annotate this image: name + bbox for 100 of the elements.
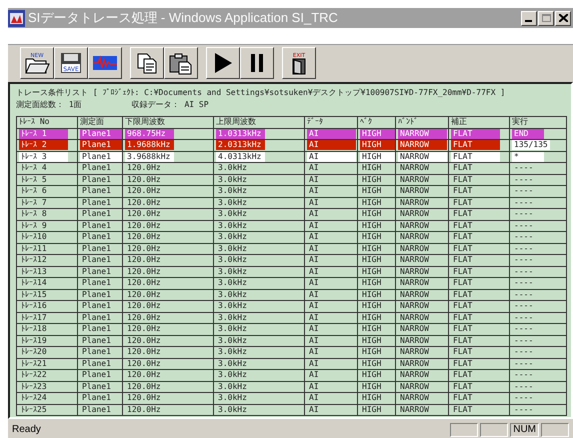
table-cell: 120.0Hz (122, 186, 214, 197)
maximize-icon (542, 14, 550, 22)
table-cell: 120.0Hz (122, 254, 214, 266)
minimize-button[interactable] (521, 10, 537, 26)
table-cell: HIGH (358, 312, 396, 324)
column-header: ﾄﾚｰｽ No (16, 116, 78, 128)
table-cell: 3.0kHz (214, 278, 304, 289)
table-cell: Plane1 (78, 197, 122, 208)
table-cell: AI (304, 335, 358, 346)
table-cell: NARROW (396, 358, 448, 370)
table-cell: NARROW (396, 197, 448, 208)
table-cell: 120.0Hz (122, 174, 214, 186)
table-cell: FLAT (448, 151, 510, 162)
table-cell: Plane1 (78, 381, 122, 392)
table-cell: 968.75Hz (122, 128, 214, 140)
table-cell: 3.0kHz (214, 324, 304, 335)
table-cell: AI (304, 254, 358, 266)
table-cell: AI (304, 243, 358, 254)
maximize-button[interactable] (538, 10, 554, 26)
table-cell: FLAT (448, 140, 510, 151)
table-cell: ﾄﾚｰｽ25 (16, 404, 78, 416)
table-cell: 3.0kHz (214, 289, 304, 300)
table-cell: HIGH (358, 220, 396, 232)
table-cell: FLAT (448, 335, 510, 346)
pause-button[interactable] (240, 46, 274, 78)
table-cell: NARROW (396, 278, 448, 289)
table-cell: AI (304, 208, 358, 220)
copy-button[interactable] (130, 46, 164, 78)
table-cell: Plane1 (78, 232, 122, 243)
table-cell: Plane1 (78, 151, 122, 162)
table-cell: FLAT (448, 254, 510, 266)
plane-count: 測定面総数： 1面 (16, 99, 82, 111)
paste-button[interactable] (164, 46, 198, 78)
table-cell: HIGH (358, 324, 396, 335)
table-cell: 3.0kHz (214, 358, 304, 370)
column-header: ﾍﾞｸ (358, 116, 396, 128)
table-cell: AI (304, 232, 358, 243)
table-cell: Plane1 (78, 162, 122, 174)
table-cell: 120.0Hz (122, 197, 214, 208)
table-cell: ﾄﾚｰｽ15 (16, 289, 78, 300)
table-cell: ﾄﾚｰｽ 7 (16, 197, 78, 208)
table-cell: AI (304, 346, 358, 358)
table-cell: FLAT (448, 220, 510, 232)
table-cell: 3.0kHz (214, 162, 304, 174)
table-cell: NARROW (396, 162, 448, 174)
table-cell: NARROW (396, 254, 448, 266)
table-cell: NARROW (396, 392, 448, 404)
table-cell: NARROW (396, 404, 448, 416)
table-cell: 1.9688kHz (122, 140, 214, 151)
table-cell: 120.0Hz (122, 370, 214, 381)
table-cell: AI (304, 266, 358, 278)
table-cell: HIGH (358, 162, 396, 174)
table-cell: ﾄﾚｰｽ21 (16, 358, 78, 370)
table-cell: Plane1 (78, 324, 122, 335)
waveform-button[interactable] (88, 46, 122, 78)
close-button[interactable] (555, 10, 571, 26)
table-cell: ﾄﾚｰｽ14 (16, 278, 78, 289)
table-cell: * (510, 151, 566, 162)
column-header: 補正 (448, 116, 510, 128)
table-cell: NARROW (396, 151, 448, 162)
table-cell: 3.0kHz (214, 346, 304, 358)
table-cell: END (510, 128, 566, 140)
table-cell: HIGH (358, 392, 396, 404)
table-cell: NARROW (396, 312, 448, 324)
table-cell: Plane1 (78, 346, 122, 358)
table-cell: AI (304, 174, 358, 186)
table-cell: AI (304, 324, 358, 335)
table-cell: Plane1 (78, 208, 122, 220)
table-cell: 3.0kHz (214, 381, 304, 392)
play-button[interactable] (206, 46, 240, 78)
clipboard-icon (168, 50, 194, 74)
table-cell: Plane1 (78, 312, 122, 324)
status-pane (541, 422, 569, 436)
table-cell: Plane1 (78, 266, 122, 278)
table-cell: ﾄﾚｰｽ 3 (16, 151, 78, 162)
table-cell: ﾄﾚｰｽ 9 (16, 220, 78, 232)
table-cell: NARROW (396, 140, 448, 151)
table-cell: FLAT (448, 232, 510, 243)
table-cell: NARROW (396, 232, 448, 243)
table-cell: 3.0kHz (214, 404, 304, 416)
table-cell: ﾄﾚｰｽ11 (16, 243, 78, 254)
table-cell: 120.0Hz (122, 278, 214, 289)
table-cell: FLAT (448, 289, 510, 300)
table-cell: ﾄﾚｰｽ19 (16, 335, 78, 346)
status-indicator: NUM (510, 422, 539, 436)
table-cell: 120.0Hz (122, 404, 214, 416)
table-cell: 3.0kHz (214, 335, 304, 346)
table-cell: FLAT (448, 128, 510, 140)
table-cell: Plane1 (78, 220, 122, 232)
table-cell: ﾄﾚｰｽ 6 (16, 186, 78, 197)
table-cell: HIGH (358, 335, 396, 346)
list-title: トレース条件リスト [ ﾌﾟﾛｼﾞｪｸﾄ: C:¥Documents and Settings¥sotsuken¥デスクトップ¥100907SI¥D-77FX_20mm¥D-77FX ] (16, 87, 506, 99)
table-cell: FLAT (448, 162, 510, 174)
table-cell: FLAT (448, 381, 510, 392)
table-cell: ﾄﾚｰｽ20 (16, 346, 78, 358)
table-cell: FLAT (448, 404, 510, 416)
table-cell: Plane1 (78, 358, 122, 370)
column-header: ﾊﾞﾝﾄﾞ (396, 116, 448, 128)
table-cell: AI (304, 278, 358, 289)
table-cell: 3.0kHz (214, 300, 304, 312)
